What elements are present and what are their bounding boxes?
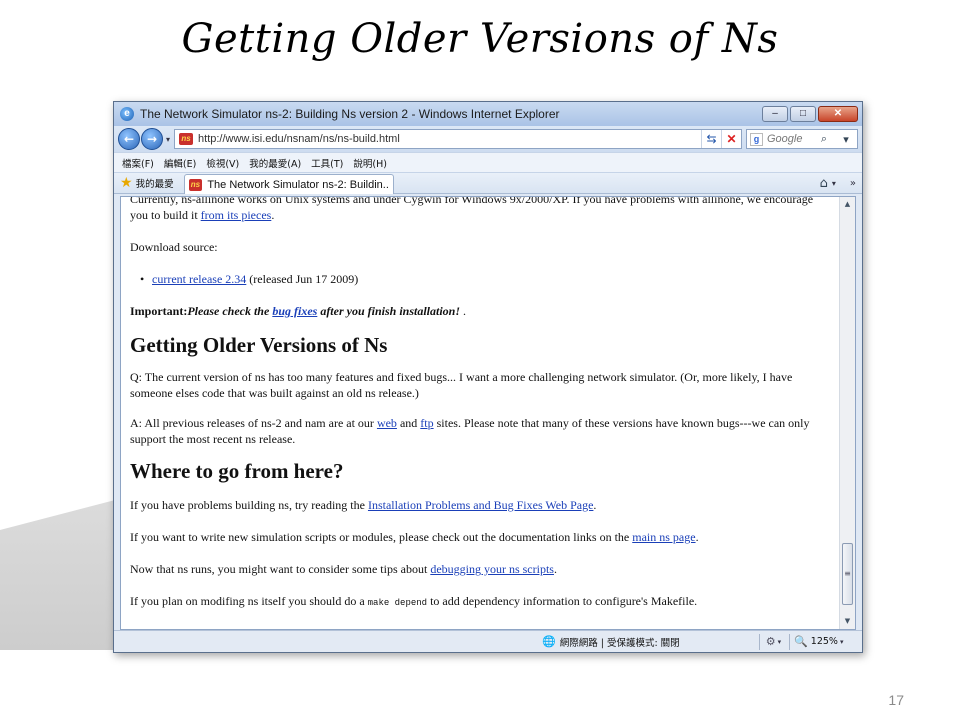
bug-fixes-link[interactable]: bug fixes: [272, 304, 317, 318]
address-bar[interactable]: ns http://www.isi.edu/nsnam/ns/ns-build.…: [174, 129, 742, 149]
google-icon: g: [750, 132, 763, 146]
current-release-link[interactable]: current release 2.34: [152, 272, 246, 286]
window-title: The Network Simulator ns-2: Building Ns …: [140, 107, 560, 121]
close-button[interactable]: ✕: [818, 106, 858, 122]
web-link[interactable]: web: [377, 416, 397, 430]
menu-bar: 檔案(F) 編輯(E) 檢視(V) 我的最愛(A) 工具(T) 說明(H): [114, 152, 862, 172]
protected-mode-dropdown-icon[interactable]: ▾: [778, 638, 782, 646]
menu-view[interactable]: 檢視(V): [206, 156, 239, 170]
search-box[interactable]: g Google ⌕ ▾: [746, 129, 858, 149]
security-zone-text[interactable]: 網際網路 | 受保護模式: 關閉: [560, 635, 755, 649]
navigation-bar: ← → ▾ ns http://www.isi.edu/nsnam/ns/ns-…: [114, 126, 862, 152]
back-button[interactable]: ←: [118, 128, 140, 150]
paragraph-problems: If you have problems building ns, try re…: [130, 498, 597, 512]
home-icon[interactable]: ⌂: [820, 176, 828, 191]
maximize-button[interactable]: □: [790, 106, 816, 122]
more-tools-chevron-icon[interactable]: »: [850, 178, 856, 189]
menu-help[interactable]: 說明(H): [353, 156, 387, 170]
debugging-scripts-link[interactable]: debugging your ns scripts: [430, 562, 554, 576]
browser-window: e The Network Simulator ns-2: Building N…: [113, 101, 863, 653]
zoom-icon[interactable]: 🔍: [794, 635, 808, 648]
title-bar[interactable]: e The Network Simulator ns-2: Building N…: [114, 102, 862, 126]
question-paragraph: Q: The current version of ns has too man…: [130, 370, 793, 400]
menu-file[interactable]: 檔案(F): [122, 156, 154, 170]
vertical-scrollbar[interactable]: ▲ ≡ ▼: [839, 197, 855, 629]
main-ns-page-link[interactable]: main ns page: [632, 530, 695, 544]
zoom-dropdown-icon[interactable]: ▾: [840, 638, 844, 646]
answer-paragraph: A: All previous releases of ns-2 and nam…: [130, 416, 810, 446]
scroll-down-arrow[interactable]: ▼: [840, 614, 855, 629]
tab-title: The Network Simulator ns-2: Buildin...: [207, 178, 389, 191]
menu-edit[interactable]: 編輯(E): [164, 156, 196, 170]
protected-mode-icon[interactable]: ⚙: [766, 635, 776, 648]
site-favicon-icon: ns: [179, 133, 194, 145]
zoom-level[interactable]: 125%: [811, 636, 838, 647]
ftp-link[interactable]: ftp: [420, 416, 433, 430]
search-input[interactable]: Google: [767, 133, 813, 145]
search-options-dropdown[interactable]: ▾: [835, 133, 857, 146]
favorites-bar: ★ 我的最愛 ns The Network Simulator ns-2: Bu…: [114, 172, 862, 194]
heading-where-to-go: Where to go from here?: [130, 459, 344, 483]
page-viewport: Currently, ns-allinone works on Unix sys…: [120, 196, 856, 630]
intro-paragraph: Currently, ns-allinone works on Unix sys…: [130, 197, 814, 222]
forward-button[interactable]: →: [141, 128, 163, 150]
menu-favorites[interactable]: 我的最愛(A): [249, 156, 301, 170]
heading-older-versions: Getting Older Versions of Ns: [130, 333, 388, 357]
search-icon[interactable]: ⌕: [813, 133, 835, 146]
favorites-button[interactable]: 我的最愛: [136, 176, 174, 190]
slide-title: Getting Older Versions of Ns: [181, 16, 779, 62]
tab-favicon-icon: ns: [188, 178, 203, 191]
ie-logo-icon: e: [120, 107, 134, 121]
important-note: Important:Please check the bug fixes aft…: [130, 304, 467, 318]
scroll-up-arrow[interactable]: ▲: [840, 197, 855, 212]
slide-number: 17: [888, 692, 904, 708]
favorites-star-icon[interactable]: ★: [120, 175, 133, 191]
page-content: Currently, ns-allinone works on Unix sys…: [121, 197, 839, 629]
download-label: Download source:: [130, 240, 218, 254]
status-bar: 🌐 網際網路 | 受保護模式: 關閉 ⚙ ▾ 🔍 125% ▾: [114, 630, 862, 652]
paragraph-modifying: If you plan on modifing ns itself you sh…: [130, 594, 698, 608]
home-dropdown-icon[interactable]: ▾: [832, 179, 836, 188]
tab-current-page[interactable]: ns The Network Simulator ns-2: Buildin..…: [183, 174, 394, 194]
minimize-button[interactable]: –: [762, 106, 788, 122]
paragraph-scripts: If you want to write new simulation scri…: [130, 530, 699, 544]
from-its-pieces-link[interactable]: from its pieces: [201, 208, 272, 222]
installation-problems-link[interactable]: Installation Problems and Bug Fixes Web …: [368, 498, 593, 512]
scroll-thumb[interactable]: ≡: [842, 543, 853, 605]
refresh-button[interactable]: ⇆: [701, 130, 721, 148]
menu-tools[interactable]: 工具(T): [311, 156, 343, 170]
stop-button[interactable]: ✕: [721, 130, 741, 148]
paragraph-debugging: Now that ns runs, you might want to cons…: [130, 562, 557, 576]
make-depend-code: make depend: [367, 598, 428, 608]
address-url[interactable]: http://www.isi.edu/nsnam/ns/ns-build.htm…: [198, 133, 701, 145]
history-dropdown-icon[interactable]: ▾: [166, 135, 170, 144]
internet-zone-globe-icon: 🌐: [542, 635, 556, 648]
list-item-release: current release 2.34 (released Jun 17 20…: [130, 271, 831, 287]
